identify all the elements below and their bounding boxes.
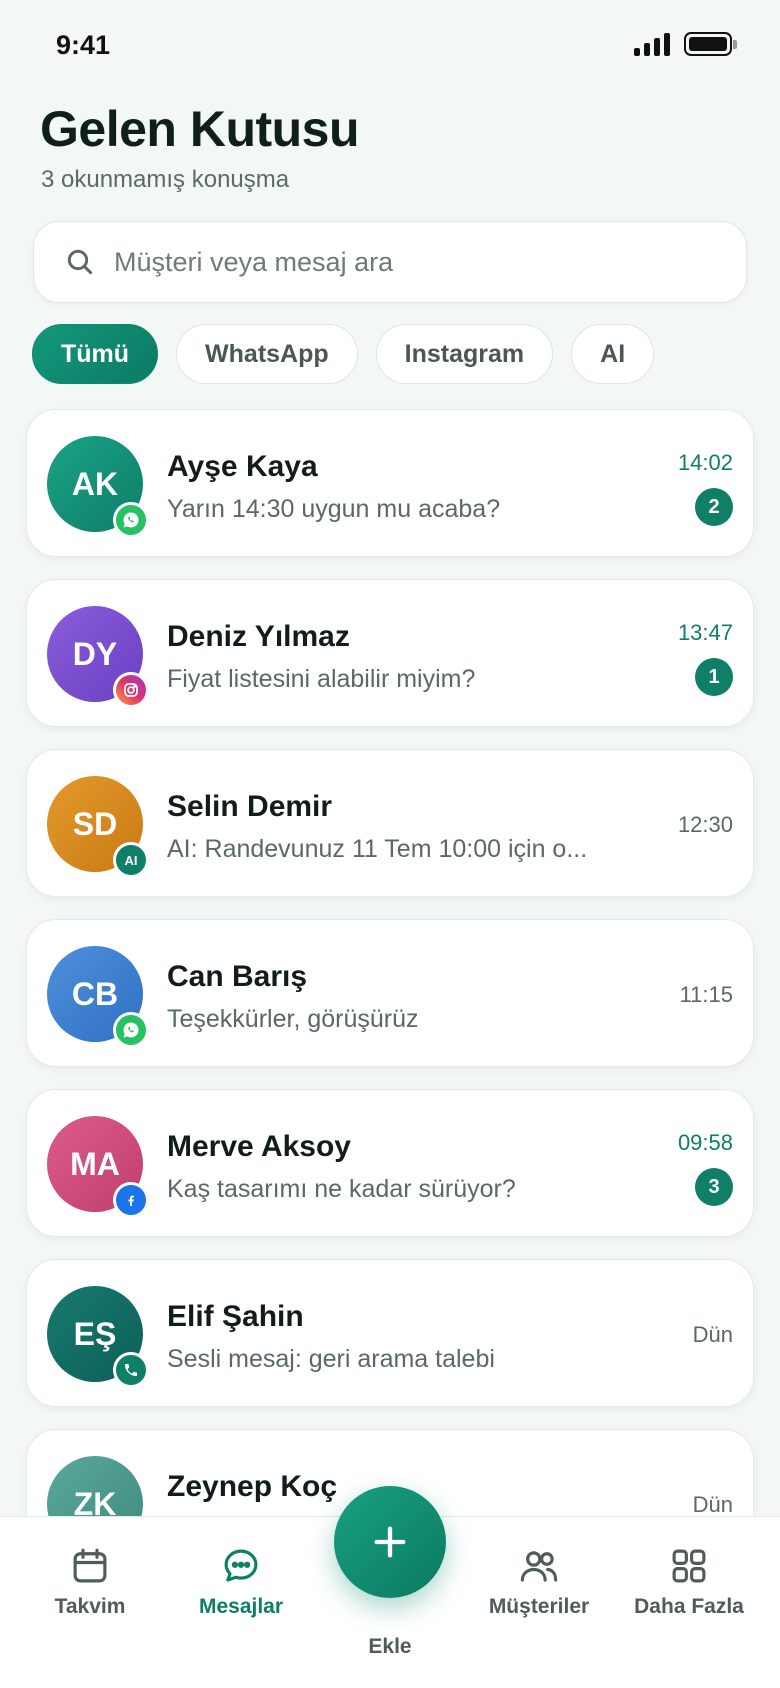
status-time: 9:41 <box>56 30 111 60</box>
nav-label: Müşteriler <box>488 1595 590 1618</box>
filter-chip-instagram[interactable]: Instagram <box>375 324 554 384</box>
message-time: 13:47 <box>677 620 733 645</box>
message-time: 12:30 <box>677 812 733 837</box>
nav-label: Daha Fazla <box>634 1595 744 1618</box>
ai-icon: AI <box>113 842 149 878</box>
add-label: Ekle <box>368 1635 412 1658</box>
whatsapp-icon <box>113 502 149 538</box>
conversation-item[interactable]: SD AI Selin Demir AI: Randevunuz 11 Tem … <box>26 749 754 897</box>
contact-name: Elif Şahin <box>167 1300 304 1333</box>
plus-icon <box>374 1526 406 1558</box>
phone-icon <box>113 1352 149 1388</box>
filter-chip-whatsapp[interactable]: WhatsApp <box>176 324 358 384</box>
filter-chips: Tümü WhatsApp Instagram AI <box>32 324 655 384</box>
conversation-list: AK Ayşe Kaya Yarın 14:30 uygun mu acaba?… <box>26 409 754 1599</box>
unread-count-badge: 3 <box>695 1168 733 1206</box>
message-time: 09:58 <box>677 1130 733 1155</box>
instagram-icon <box>113 672 149 708</box>
whatsapp-icon <box>113 1012 149 1048</box>
filter-chip-all[interactable]: Tümü <box>32 324 159 384</box>
message-preview: Yarın 14:30 uygun mu acaba? <box>167 495 501 523</box>
message-time: 11:15 <box>679 982 733 1007</box>
grid-icon <box>672 1549 706 1583</box>
page-title: Gelen Kutusu <box>40 101 360 157</box>
calendar-icon <box>73 1548 107 1583</box>
filter-chip-ai[interactable]: AI <box>571 324 655 384</box>
nav-more[interactable]: Daha Fazla <box>614 1545 764 1619</box>
conversation-item[interactable]: MA Merve Aksoy Kaş tasarımı ne kadar sür… <box>26 1089 754 1237</box>
signal-icon <box>634 32 670 56</box>
conversation-item[interactable]: EŞ Elif Şahin Sesli mesaj: geri arama ta… <box>26 1259 754 1407</box>
contact-name: Merve Aksoy <box>167 1130 351 1163</box>
add-button[interactable] <box>334 1486 446 1598</box>
conversation-item[interactable]: CB Can Barış Teşekkürler, görüşürüz 11:1… <box>26 919 754 1067</box>
facebook-icon <box>113 1182 149 1218</box>
message-preview: AI: Randevunuz 11 Tem 10:00 için o... <box>167 835 588 863</box>
nav-messages[interactable]: Mesajlar <box>166 1545 316 1619</box>
message-preview: Kaş tasarımı ne kadar sürüyor? <box>167 1175 516 1203</box>
unread-count-badge: 1 <box>695 658 733 696</box>
conversation-item[interactable]: AK Ayşe Kaya Yarın 14:30 uygun mu acaba?… <box>26 409 754 557</box>
battery-icon <box>684 32 737 56</box>
message-preview: Teşekkürler, görüşürüz <box>167 1005 419 1033</box>
message-preview: Fiyat listesini alabilir miyim? <box>167 665 476 693</box>
conversation-item[interactable]: DY Deniz Yılmaz Fiyat listesini alabilir… <box>26 579 754 727</box>
search-input[interactable] <box>114 246 746 278</box>
nav-label: Mesajlar <box>198 1595 284 1618</box>
status-icons <box>634 32 737 56</box>
unread-summary: 3 okunmamış konuşma <box>41 166 290 193</box>
contact-name: Selin Demir <box>167 790 333 823</box>
nav-customers[interactable]: Müşteriler <box>464 1545 614 1619</box>
message-time: Dün <box>692 1492 733 1517</box>
search-icon <box>67 249 93 275</box>
unread-count-badge: 2 <box>695 488 733 526</box>
users-icon <box>520 1551 558 1582</box>
contact-name: Can Barış <box>167 960 308 993</box>
nav-calendar[interactable]: Takvim <box>15 1545 165 1619</box>
chat-bubble-icon <box>224 1549 258 1582</box>
contact-name: Zeynep Koç <box>167 1470 338 1503</box>
message-time: Dün <box>692 1322 733 1347</box>
search-bar[interactable] <box>33 221 747 303</box>
contact-name: Deniz Yılmaz <box>167 620 350 653</box>
status-bar: 9:41 <box>0 0 780 90</box>
message-time: 14:02 <box>677 450 733 475</box>
nav-label: Takvim <box>54 1595 126 1618</box>
contact-name: Ayşe Kaya <box>167 450 318 483</box>
message-preview: Sesli mesaj: geri arama talebi <box>167 1345 495 1373</box>
